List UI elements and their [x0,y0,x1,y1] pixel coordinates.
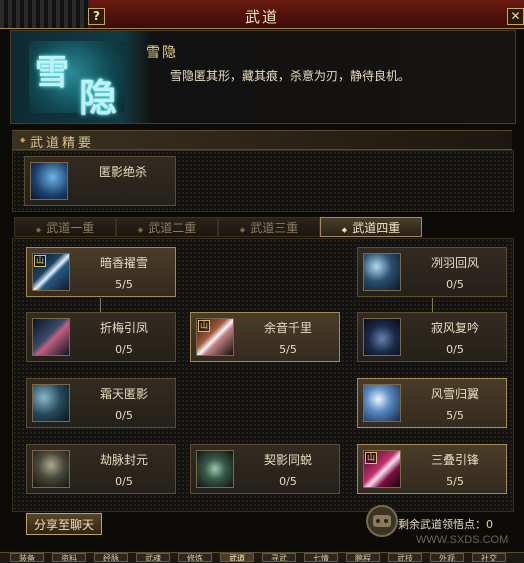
skill-level: 5/5 [115,278,133,291]
skill-name: 霜天匿影 [99,387,148,401]
logo-char-2: 隐 [79,75,118,120]
skill-level: 0/5 [115,409,133,422]
help-button[interactable]: ? [88,8,105,25]
skill-card-lie-yu-hui-feng[interactable]: 冽羽回风 0/5 [357,247,507,297]
essence-header: 武道精要 [12,130,512,151]
skill-level: 5/5 [446,475,464,488]
watermark-text: WWW.SXDS.COM [416,534,508,546]
tree-connector [100,298,101,312]
bottom-tab-martial-soul[interactable]: 武魂 [136,553,170,562]
skill-level: 0/5 [115,343,133,356]
share-to-chat-button[interactable]: 分享至聊天 [26,513,102,535]
tab-martial-tier-4[interactable]: ◆ 武道四重 [320,217,422,237]
skill-level: 5/5 [446,409,464,422]
bottom-tab-appearance[interactable]: 外观 [430,553,464,562]
skill-name: 余音千里 [263,321,312,335]
close-button[interactable]: ✕ [507,8,524,25]
wind-icon [363,253,401,291]
skill-name: 寂风复吟 [430,321,479,335]
triple-blade-icon: 山 [363,450,401,488]
skill-name: 暗香擢雪 [99,256,148,270]
skill-card-yu-yin-qian-li[interactable]: 山 余音千里 5/5 [190,312,340,362]
tree-connector [432,298,433,312]
skill-card-zhe-mei-yin-feng[interactable]: 折梅引凤 0/5 [26,312,176,362]
tab-martial-tier-1[interactable]: ◆ 武道一重 [14,217,116,237]
bottom-tab-seek-martial[interactable]: 寻武 [262,553,296,562]
blade-icon: 山 [32,253,70,291]
remaining-points-value: 0 [486,518,493,531]
skill-name: 冽羽回风 [430,256,479,270]
bottom-tab-martial-way[interactable]: 武道 [220,553,254,562]
skill-name: 三叠引锋 [430,453,479,467]
shadow-assassin-icon [30,162,68,200]
skill-level: 5/5 [279,343,297,356]
bottom-tab-cultivation[interactable]: 修炼 [178,553,212,562]
bottom-tab-equipment[interactable]: 装备 [10,553,44,562]
header-skill-description: 雪隐匿其形，藏其痕，杀意为刃，静待良机。 [170,69,411,83]
ghost-face-icon [32,450,70,488]
plum-blade-icon [32,318,70,356]
skill-level: 0/5 [115,475,133,488]
skill-card-shuang-tian-ni-ying[interactable]: 霜天匿影 0/5 [26,378,176,428]
window-title: 武道 [244,8,279,26]
tab-martial-tier-3[interactable]: ◆ 武道三重 [218,217,320,237]
bottom-tab-emotions[interactable]: 七情 [304,553,338,562]
skill-level: 0/5 [446,343,464,356]
remaining-points-label: 剩余武道领悟点： [398,518,486,531]
skill-card-jie-mai-feng-yuan[interactable]: 劫脉封元 0/5 [26,444,176,494]
frost-icon [32,384,70,422]
skill-card-san-die-yin-feng[interactable]: 山 三叠引锋 5/5 [357,444,507,494]
remaining-points: 剩余武道领悟点：0 [398,516,493,532]
title-bar[interactable]: 武道 [0,0,524,29]
skill-level: 0/5 [446,278,464,291]
skill-card-qi-ying-tong-tui[interactable]: 契影同蜕 0/5 [190,444,340,494]
essence-skill-card[interactable]: 匿影绝杀 [24,156,176,206]
bottom-tab-profile[interactable]: 资料 [52,553,86,562]
snow-wing-icon [363,384,401,422]
bottom-tab-meridian[interactable]: 经脉 [94,553,128,562]
echo-blade-icon: 山 [196,318,234,356]
essence-title: 武道精要 [20,132,94,151]
skill-name: 折梅引凤 [99,321,148,335]
skill-card-feng-xue-gui-yi[interactable]: 风雪归翼 5/5 [357,378,507,428]
bottom-tab-social[interactable]: 社交 [472,553,506,562]
martial-way-window: 武道 ? ✕ 雪 隐 雪隐 雪隐匿其形，藏其痕，杀意为刃，静待良机。 武道精要 … [0,0,524,563]
essence-skill-name: 匿影绝杀 [98,165,147,179]
skill-name: 劫脉封元 [99,453,148,467]
header-skill-name: 雪隐 [146,45,178,61]
skill-card-ji-feng-fu-yin[interactable]: 寂风复吟 0/5 [357,312,507,362]
bottom-tab-martial-skills[interactable]: 武技 [388,553,422,562]
skill-card-an-xiang-zhuo-xue[interactable]: 山 暗香擢雪 5/5 [26,247,176,297]
logo-char-1: 雪 [35,53,69,93]
silent-wind-icon [363,318,401,356]
skill-name: 风雪归翼 [430,387,479,401]
skill-level: 0/5 [279,475,297,488]
bottom-tab-journey[interactable]: 鹏程 [346,553,380,562]
snow-hidden-emblem-icon: 雪 隐 [25,37,129,120]
skill-name: 契影同蜕 [263,453,312,467]
tab-martial-tier-2[interactable]: ◆ 武道二重 [116,217,218,237]
vortex-icon [196,450,234,488]
